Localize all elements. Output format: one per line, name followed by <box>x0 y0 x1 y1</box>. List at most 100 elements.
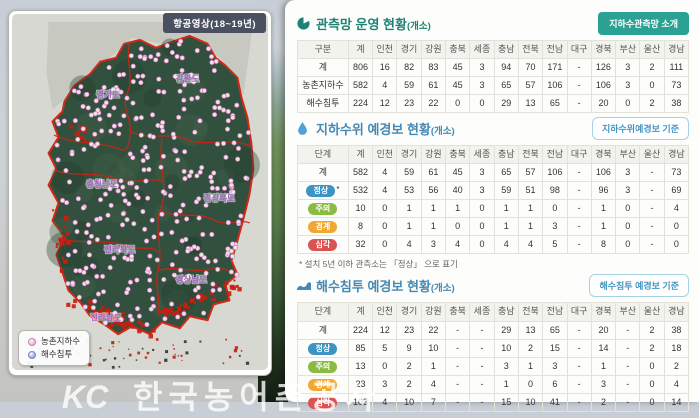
value-cell: 0 <box>470 200 494 218</box>
value-cell: 1 <box>494 200 518 218</box>
table-row: 해수침투22412232200291365-200238 <box>298 95 689 113</box>
value-cell: 3 <box>421 236 445 254</box>
value-cell: 23 <box>397 95 421 113</box>
column-header: 단계 <box>298 303 349 321</box>
value-cell: 0 <box>640 77 664 95</box>
value-cell: 10 <box>397 393 421 411</box>
section-title: 관측망 운영 현황(개소) <box>316 14 431 33</box>
value-cell: 1 <box>446 200 470 218</box>
column-header: 계 <box>348 41 372 59</box>
column-header: 전남 <box>543 303 567 321</box>
value-cell: 0 <box>640 375 664 393</box>
value-cell: 69 <box>664 182 688 200</box>
header-row: 단계계인천경기강원충북세종충남전북전남대구경북부산울산경남 <box>298 303 689 321</box>
section-title: 해수침투 예경보 현황(개소) <box>316 276 455 295</box>
value-cell: 59 <box>494 182 518 200</box>
status-badge: 정상 <box>308 343 337 355</box>
legend-item-rural-groundwater: 농촌지하수 <box>28 335 80 348</box>
value-cell: - <box>567 357 591 375</box>
value-cell: 0 <box>640 357 664 375</box>
value-cell: 6 <box>543 375 567 393</box>
table-row: 계224122322--291365-20-238 <box>298 321 689 339</box>
value-cell: 0 <box>664 218 688 236</box>
value-cell: 1 <box>421 218 445 236</box>
status-badge: 심각 <box>308 239 337 251</box>
value-cell: 3 <box>470 59 494 77</box>
value-cell: - <box>567 182 591 200</box>
svg-text:전라북도: 전라북도 <box>104 245 135 255</box>
korea-map-svg[interactable]: 경기도강원도충청남도경상북도전라북도경상남도전라남도 <box>12 14 268 370</box>
footnote-asterisk: * <box>336 185 339 194</box>
column-header: 강원 <box>421 303 445 321</box>
value-cell: 0 <box>446 95 470 113</box>
value-cell: 65 <box>543 95 567 113</box>
value-cell: 3 <box>616 182 640 200</box>
footnote: * 설치 5년 이하 관측소는 「정상」 으로 표기 <box>299 258 689 270</box>
column-header: 강원 <box>421 146 445 164</box>
value-cell: 0 <box>470 218 494 236</box>
value-cell: 4 <box>373 164 397 182</box>
krc-logo: KC <box>62 379 108 415</box>
value-cell: 65 <box>494 164 518 182</box>
column-header: 대구 <box>567 303 591 321</box>
value-cell: - <box>567 164 591 182</box>
column-header: 경기 <box>397 146 421 164</box>
value-cell: 45 <box>446 77 470 95</box>
column-header: 세종 <box>470 303 494 321</box>
seawater-alert-criteria-button[interactable]: 해수침투 예경보 기준 <box>589 274 689 297</box>
column-header: 계 <box>348 303 372 321</box>
value-cell: - <box>567 218 591 236</box>
value-cell: 0 <box>640 393 664 411</box>
value-cell: 3 <box>591 375 615 393</box>
watermark-text: 한국농어촌공사 <box>133 379 381 415</box>
value-cell: 0 <box>470 236 494 254</box>
value-cell: 73 <box>664 164 688 182</box>
value-cell: 18 <box>664 339 688 357</box>
value-cell: 10 <box>494 339 518 357</box>
column-header: 경북 <box>591 41 615 59</box>
section-header: 해수침투 예경보 현황(개소) 해수침투 예경보 기준 <box>297 274 689 297</box>
column-header: 울산 <box>640 146 664 164</box>
value-cell: 106 <box>591 77 615 95</box>
value-cell: 70 <box>518 59 542 77</box>
value-cell: 61 <box>421 77 445 95</box>
column-header: 부산 <box>616 146 640 164</box>
value-cell: 45 <box>446 164 470 182</box>
value-cell: 16 <box>373 59 397 77</box>
row-label-cell: 주의 <box>298 200 349 218</box>
svg-text:경상북도: 경상북도 <box>204 193 235 203</box>
column-header: 대구 <box>567 146 591 164</box>
map-legend: 농촌지하수 해수침투 <box>18 330 90 366</box>
value-cell: 20 <box>591 321 615 339</box>
svg-text:강원도: 강원도 <box>176 74 200 84</box>
value-cell: 1 <box>397 218 421 236</box>
network-intro-button[interactable]: 지하수관측망 소개 <box>598 12 689 35</box>
value-cell: 3 <box>543 218 567 236</box>
groundwater-alert-criteria-button[interactable]: 지하수위예경보 기준 <box>592 117 689 140</box>
column-header: 충남 <box>494 303 518 321</box>
table-row: 주의1001110110-10-4 <box>298 200 689 218</box>
value-cell: 23 <box>397 321 421 339</box>
value-cell: - <box>640 236 664 254</box>
column-header: 인천 <box>373 146 397 164</box>
value-cell: 10 <box>518 393 542 411</box>
value-cell: - <box>640 200 664 218</box>
column-header: 울산 <box>640 41 664 59</box>
column-header: 경기 <box>397 41 421 59</box>
value-cell: 1 <box>518 200 542 218</box>
value-cell: 56 <box>421 182 445 200</box>
value-cell: 111 <box>664 59 688 77</box>
value-cell: 13 <box>518 95 542 113</box>
value-cell: 10 <box>348 200 372 218</box>
value-cell: 8 <box>348 218 372 236</box>
value-cell: - <box>567 321 591 339</box>
value-cell: 3 <box>616 164 640 182</box>
value-cell: 0 <box>616 200 640 218</box>
value-cell: 0 <box>616 236 640 254</box>
value-cell: 98 <box>543 182 567 200</box>
section-header: 관측망 운영 현황(개소) 지하수관측망 소개 <box>297 12 689 35</box>
value-cell: 1 <box>591 357 615 375</box>
value-cell: 0 <box>616 95 640 113</box>
value-cell: 5 <box>373 339 397 357</box>
value-cell: 4 <box>397 236 421 254</box>
